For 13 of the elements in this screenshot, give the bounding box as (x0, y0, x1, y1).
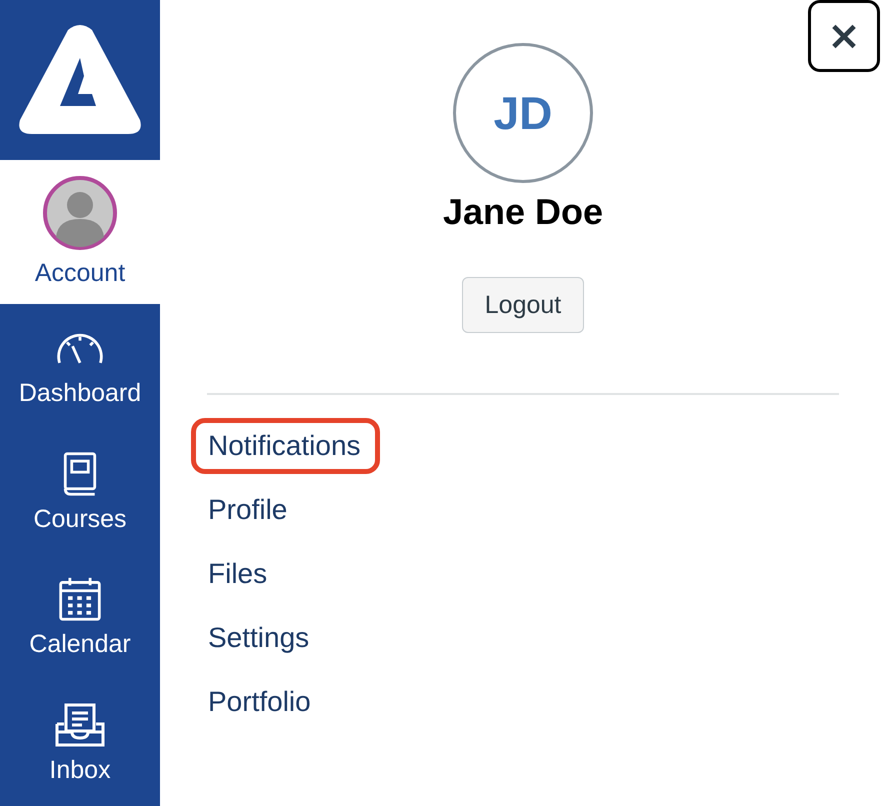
menu-link[interactable]: Profile (191, 482, 306, 538)
logout-button[interactable]: Logout (462, 277, 584, 333)
nav-item[interactable]: Account (0, 160, 160, 304)
avatar-icon (42, 175, 118, 252)
menu-link[interactable]: Files (191, 546, 286, 602)
close-button[interactable]: × (808, 0, 880, 72)
inbox-icon (54, 702, 106, 748)
menu-link[interactable]: Notifications (191, 418, 380, 474)
menu-link[interactable]: Settings (191, 610, 328, 666)
user-name: Jane Doe (442, 191, 604, 233)
menu-link[interactable]: Portfolio (191, 674, 330, 730)
initials-avatar: JD (453, 43, 593, 183)
logo-icon[interactable] (18, 24, 142, 136)
